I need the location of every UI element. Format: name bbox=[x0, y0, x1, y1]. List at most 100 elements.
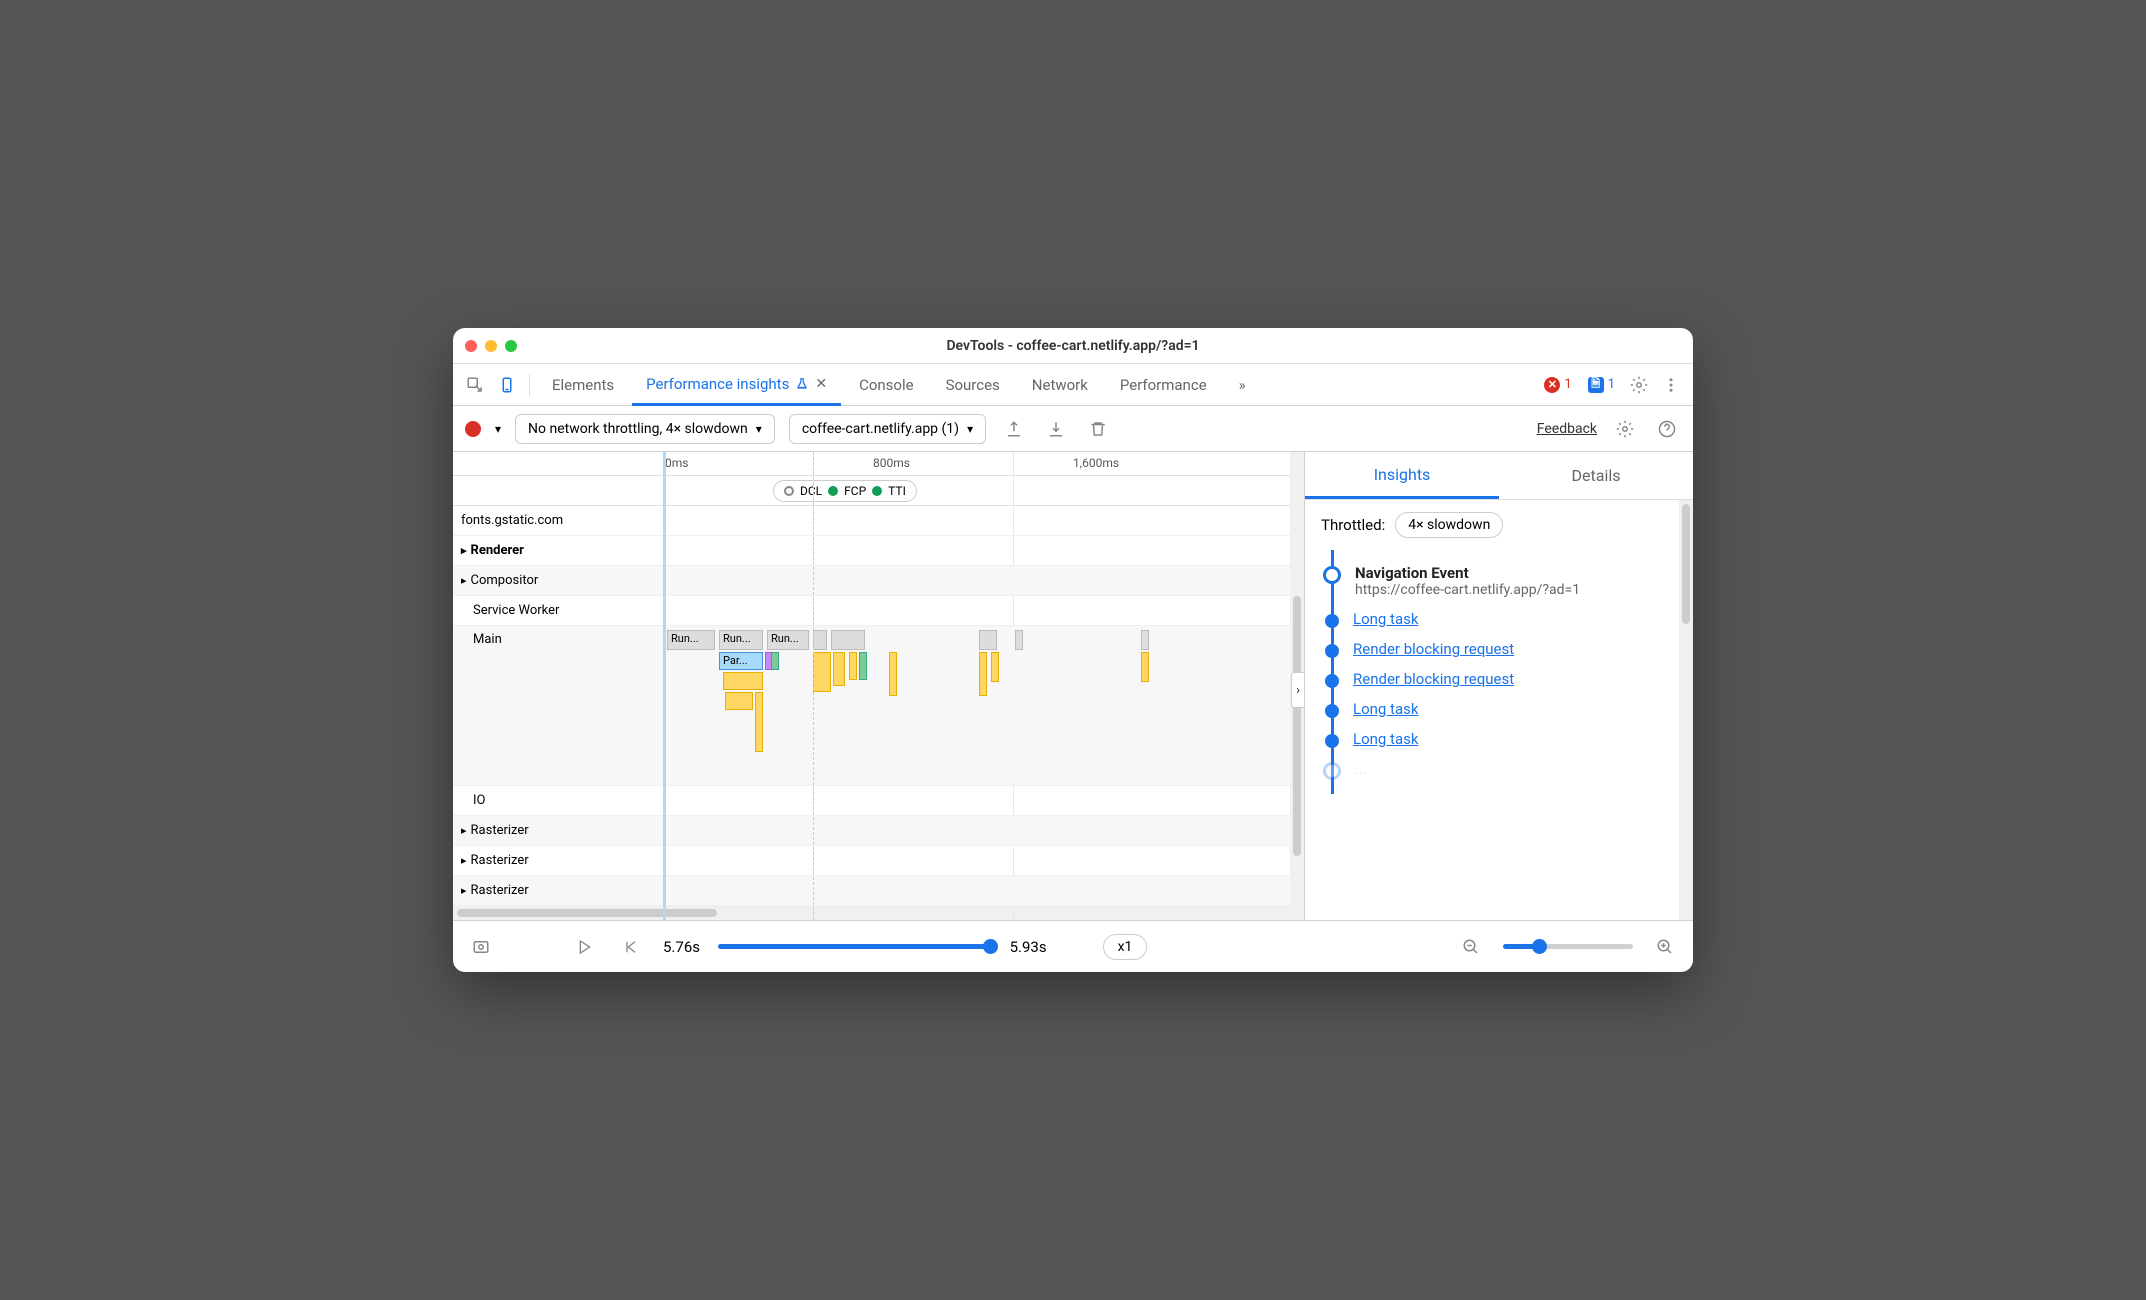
flame-block[interactable] bbox=[833, 652, 845, 686]
dcl-marker-icon bbox=[784, 486, 794, 496]
device-toolbar-icon[interactable] bbox=[493, 371, 521, 399]
settings-icon[interactable] bbox=[1625, 371, 1653, 399]
flame-task[interactable] bbox=[979, 630, 997, 650]
insights-tabs: Insights Details bbox=[1305, 452, 1693, 500]
flame-task[interactable]: Run... bbox=[767, 630, 809, 650]
tab-performance[interactable]: Performance bbox=[1106, 364, 1221, 406]
track-service-worker[interactable]: Service Worker bbox=[453, 596, 1304, 626]
upload-icon[interactable] bbox=[1000, 415, 1028, 443]
zoom-level[interactable]: x1 bbox=[1103, 934, 1148, 960]
track-renderer[interactable]: Renderer bbox=[453, 536, 1304, 566]
insight-link[interactable]: Long task bbox=[1353, 730, 1418, 748]
collapse-sidebar-button[interactable]: › bbox=[1291, 672, 1305, 708]
zoom-out-icon[interactable] bbox=[1457, 933, 1485, 961]
flame-task[interactable] bbox=[831, 630, 865, 650]
throttling-select[interactable]: No network throttling, 4× slowdown bbox=[515, 414, 775, 444]
tab-performance-insights[interactable]: Performance insights ✕ bbox=[632, 364, 841, 406]
marker-pills[interactable]: DCL FCP TTI bbox=[773, 480, 917, 502]
timeline-pane: 0ms 800ms 1,600ms DCL FCP TTI fonts.gsta… bbox=[453, 452, 1305, 920]
flame-block[interactable] bbox=[755, 692, 763, 752]
play-icon[interactable] bbox=[571, 933, 599, 961]
zoom-in-icon[interactable] bbox=[1651, 933, 1679, 961]
flame-task[interactable]: Run... bbox=[719, 630, 763, 650]
track-compositor[interactable]: Compositor bbox=[453, 566, 1304, 596]
skip-back-icon[interactable] bbox=[617, 933, 645, 961]
event-navigation[interactable]: Navigation Event https://coffee-cart.net… bbox=[1325, 558, 1689, 604]
delete-icon[interactable] bbox=[1084, 415, 1112, 443]
flame-block[interactable] bbox=[849, 652, 857, 680]
insights-toolbar: ▾ No network throttling, 4× slowdown cof… bbox=[453, 406, 1693, 452]
flame-block[interactable] bbox=[813, 652, 831, 692]
tab-details[interactable]: Details bbox=[1499, 452, 1693, 499]
maximize-window-button[interactable] bbox=[505, 340, 517, 352]
current-time: 5.76s bbox=[663, 938, 700, 956]
insight-link[interactable]: Render blocking request bbox=[1353, 670, 1514, 688]
flame-chart[interactable]: Run... Run... Run... Par... bbox=[663, 630, 1304, 830]
inspect-element-icon[interactable] bbox=[461, 371, 489, 399]
download-icon[interactable] bbox=[1042, 415, 1070, 443]
flame-block[interactable] bbox=[771, 652, 779, 670]
track-fonts[interactable]: fonts.gstatic.com bbox=[453, 506, 1304, 536]
url-select[interactable]: coffee-cart.netlify.app (1) bbox=[789, 414, 986, 444]
event-long-task[interactable]: Long task bbox=[1325, 694, 1689, 724]
horizontal-scrollbar[interactable] bbox=[453, 906, 1304, 920]
event-render-blocking[interactable]: Render blocking request bbox=[1325, 664, 1689, 694]
help-icon[interactable] bbox=[1653, 415, 1681, 443]
event-long-task[interactable]: Long task bbox=[1325, 604, 1689, 634]
record-dropdown-caret[interactable]: ▾ bbox=[495, 422, 501, 436]
tracks: fonts.gstatic.com Renderer Compositor Se… bbox=[453, 506, 1304, 906]
event-bullet-icon bbox=[1325, 644, 1339, 658]
more-icon[interactable] bbox=[1657, 371, 1685, 399]
flame-task[interactable] bbox=[1141, 630, 1149, 650]
flask-icon bbox=[795, 377, 809, 391]
insight-link[interactable]: Long task bbox=[1353, 700, 1418, 718]
flame-block[interactable] bbox=[991, 652, 999, 682]
flame-block[interactable] bbox=[723, 672, 763, 690]
panel-settings-icon[interactable] bbox=[1611, 415, 1639, 443]
tab-console[interactable]: Console bbox=[845, 364, 928, 406]
track-rasterizer[interactable]: Rasterizer bbox=[453, 876, 1304, 906]
time-ruler[interactable]: 0ms 800ms 1,600ms bbox=[453, 452, 1304, 476]
close-window-button[interactable] bbox=[465, 340, 477, 352]
track-rasterizer[interactable]: Rasterizer bbox=[453, 846, 1304, 876]
playback-scrubber[interactable] bbox=[718, 944, 992, 949]
flame-block[interactable] bbox=[725, 692, 753, 710]
errors-badge[interactable]: ✕ 1 bbox=[1538, 375, 1577, 395]
tab-insights[interactable]: Insights bbox=[1305, 452, 1499, 499]
flame-task[interactable]: Run... bbox=[667, 630, 715, 650]
devtools-window: DevTools - coffee-cart.netlify.app/?ad=1… bbox=[453, 328, 1693, 972]
timing-markers: DCL FCP TTI bbox=[453, 476, 1304, 506]
throttled-chip[interactable]: 4× slowdown bbox=[1395, 512, 1503, 538]
tab-elements[interactable]: Elements bbox=[538, 364, 628, 406]
flame-block[interactable] bbox=[1141, 652, 1149, 682]
minimize-window-button[interactable] bbox=[485, 340, 497, 352]
screenshot-toggle-icon[interactable] bbox=[467, 933, 495, 961]
record-button[interactable] bbox=[465, 421, 481, 437]
flame-block[interactable] bbox=[979, 652, 987, 696]
close-tab-icon[interactable]: ✕ bbox=[815, 376, 827, 392]
event-render-blocking[interactable]: Render blocking request bbox=[1325, 634, 1689, 664]
issues-badge[interactable]: 🗎 1 bbox=[1582, 375, 1621, 395]
event-long-task[interactable]: Long task bbox=[1325, 724, 1689, 754]
tti-label: TTI bbox=[888, 484, 906, 498]
event-bullet-icon bbox=[1325, 734, 1339, 748]
playback-footer: 5.76s 5.93s x1 bbox=[453, 920, 1693, 972]
insights-scrollbar[interactable] bbox=[1679, 500, 1693, 920]
flame-task[interactable] bbox=[1015, 630, 1023, 650]
flame-parse[interactable]: Par... bbox=[719, 652, 763, 670]
zoom-slider[interactable] bbox=[1503, 944, 1633, 949]
tab-overflow[interactable]: » bbox=[1225, 364, 1260, 406]
flame-block[interactable] bbox=[859, 652, 867, 680]
insight-link[interactable]: Render blocking request bbox=[1353, 640, 1514, 658]
feedback-link[interactable]: Feedback bbox=[1537, 421, 1597, 437]
playhead-line[interactable] bbox=[663, 452, 666, 920]
throttled-row: Throttled: 4× slowdown bbox=[1305, 500, 1693, 550]
insights-sidebar: Insights Details Throttled: 4× slowdown … bbox=[1305, 452, 1693, 920]
tab-sources[interactable]: Sources bbox=[932, 364, 1014, 406]
flame-block[interactable] bbox=[889, 652, 897, 696]
tab-label: Performance insights bbox=[646, 375, 789, 393]
flame-task[interactable] bbox=[813, 630, 827, 650]
panel-tabbar: Elements Performance insights ✕ Console … bbox=[453, 364, 1693, 406]
tab-network[interactable]: Network bbox=[1018, 364, 1102, 406]
insight-link[interactable]: Long task bbox=[1353, 610, 1418, 628]
